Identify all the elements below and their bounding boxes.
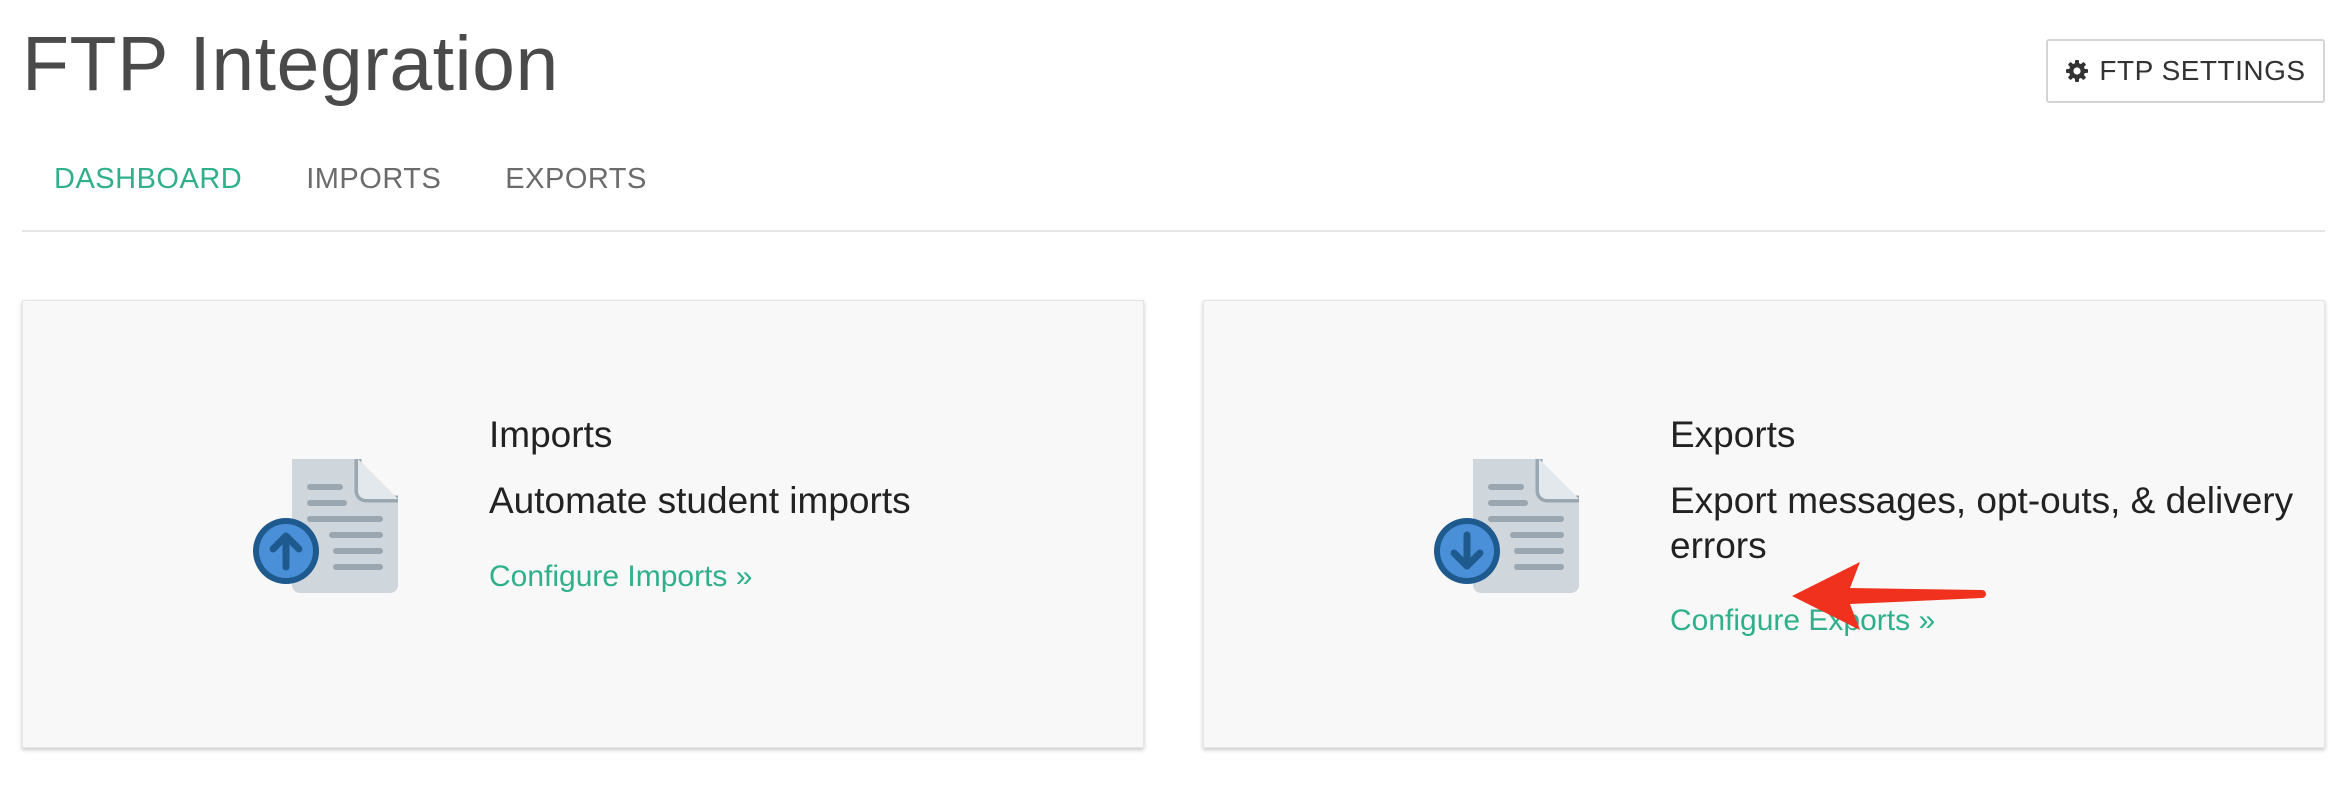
imports-card: Imports Automate student imports Configu… [22,300,1144,748]
imports-description: Automate student imports [489,480,911,522]
page-title: FTP Integration [22,21,559,107]
exports-card-text: Exports Export messages, opt-outs, & del… [1670,413,2324,638]
exports-description: Export messages, opt-outs, & delivery er… [1670,480,2294,566]
imports-card-text: Imports Automate student imports Configu… [489,413,911,594]
tab-exports[interactable]: EXPORTS [505,150,647,196]
imports-heading: Imports [489,414,613,455]
document-upload-icon [248,457,428,603]
tab-imports[interactable]: IMPORTS [306,150,441,196]
gear-icon [2065,59,2089,83]
red-arrow-icon [1788,560,1988,632]
ftp-settings-label: FTP SETTINGS [2099,55,2306,86]
document-download-icon [1429,457,1609,603]
tab-bar: DASHBOARD IMPORTS EXPORTS [22,150,2325,232]
exports-card: Exports Export messages, opt-outs, & del… [1203,300,2325,748]
configure-imports-link[interactable]: Configure Imports » [489,560,752,594]
ftp-settings-button[interactable]: FTP SETTINGS [2046,39,2325,103]
exports-heading: Exports [1670,414,1796,455]
tab-dashboard[interactable]: DASHBOARD [54,150,242,196]
